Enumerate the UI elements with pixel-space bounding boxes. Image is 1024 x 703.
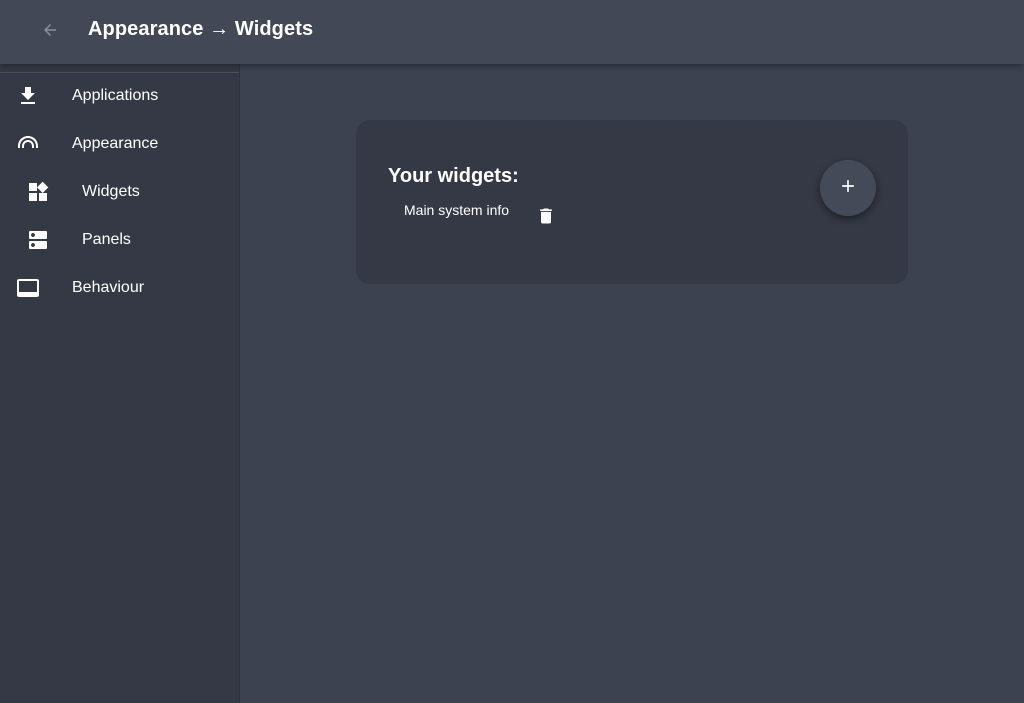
panels-icon — [26, 228, 50, 252]
sidebar-item-label: Appearance — [72, 135, 159, 152]
dock-icon — [16, 276, 40, 300]
sidebar-item-widgets[interactable]: Widgets — [0, 168, 239, 216]
sidebar-item-label: Panels — [82, 231, 131, 248]
settings-window: Appearance → Widgets Applications Appear… — [0, 0, 1024, 703]
plus-icon — [838, 176, 858, 201]
sidebar-item-appearance[interactable]: Appearance — [0, 120, 239, 168]
widget-name: Main system info — [404, 202, 510, 218]
delete-widget-button[interactable] — [534, 206, 558, 230]
sidebar-item-behaviour[interactable]: Behaviour — [0, 264, 239, 312]
app-header: Appearance → Widgets — [0, 0, 1024, 64]
back-button[interactable] — [30, 17, 70, 47]
widgets-icon — [26, 180, 50, 204]
sidebar-item-label: Widgets — [82, 183, 140, 200]
sidebar-item-applications[interactable]: Applications — [0, 72, 239, 120]
trash-icon — [536, 206, 556, 231]
sidebar-item-label: Behaviour — [72, 279, 145, 296]
sidebar-item-label: Applications — [72, 87, 159, 104]
card-title: Your widgets: — [388, 165, 519, 187]
arrow-left-icon — [41, 21, 59, 44]
rainbow-icon — [16, 132, 40, 156]
sidebar: Applications Appearance Widgets Panels B… — [0, 64, 240, 703]
download-icon — [16, 84, 40, 108]
widgets-card: Your widgets: Main system info — [356, 120, 908, 284]
add-widget-button[interactable] — [820, 160, 876, 216]
sidebar-item-panels[interactable]: Panels — [0, 216, 239, 264]
page-title: Appearance → Widgets — [88, 18, 314, 40]
